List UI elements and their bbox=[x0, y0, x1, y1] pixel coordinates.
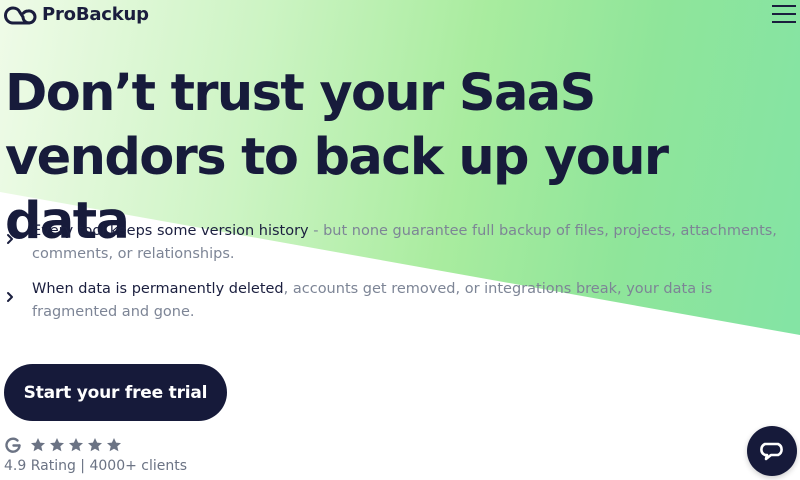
hero-point-1-strong: Every tool keeps some version history bbox=[32, 223, 309, 239]
hamburger-menu-icon[interactable] bbox=[772, 5, 796, 23]
brand-logo[interactable]: ProBackup bbox=[4, 2, 149, 26]
start-free-trial-button[interactable]: Start your free trial bbox=[4, 364, 227, 421]
rating-stars bbox=[30, 437, 122, 453]
star-icon bbox=[107, 438, 121, 452]
hero-point-1: Every tool keeps some version history - … bbox=[0, 220, 790, 266]
chat-bubble-icon bbox=[760, 442, 783, 461]
star-icon bbox=[31, 438, 45, 452]
chat-launcher-button[interactable] bbox=[747, 426, 797, 476]
rating-row bbox=[4, 436, 122, 454]
hero-point-2-strong: When data is permanently deleted bbox=[32, 281, 284, 297]
rating-text: 4.9 Rating | 4000+ clients bbox=[4, 458, 188, 474]
star-icon bbox=[88, 438, 102, 452]
chevron-right-icon bbox=[7, 292, 13, 302]
hero-points: Every tool keeps some version history - … bbox=[0, 220, 790, 336]
site-header: ProBackup bbox=[0, 0, 800, 30]
cloud-logo-icon bbox=[4, 6, 37, 25]
hero-point-2: When data is permanently deleted, accoun… bbox=[0, 278, 790, 324]
star-icon bbox=[50, 438, 64, 452]
g2-icon bbox=[5, 437, 21, 453]
chevron-right-icon bbox=[7, 234, 13, 244]
star-icon bbox=[69, 438, 83, 452]
brand-name: ProBackup bbox=[42, 3, 149, 25]
